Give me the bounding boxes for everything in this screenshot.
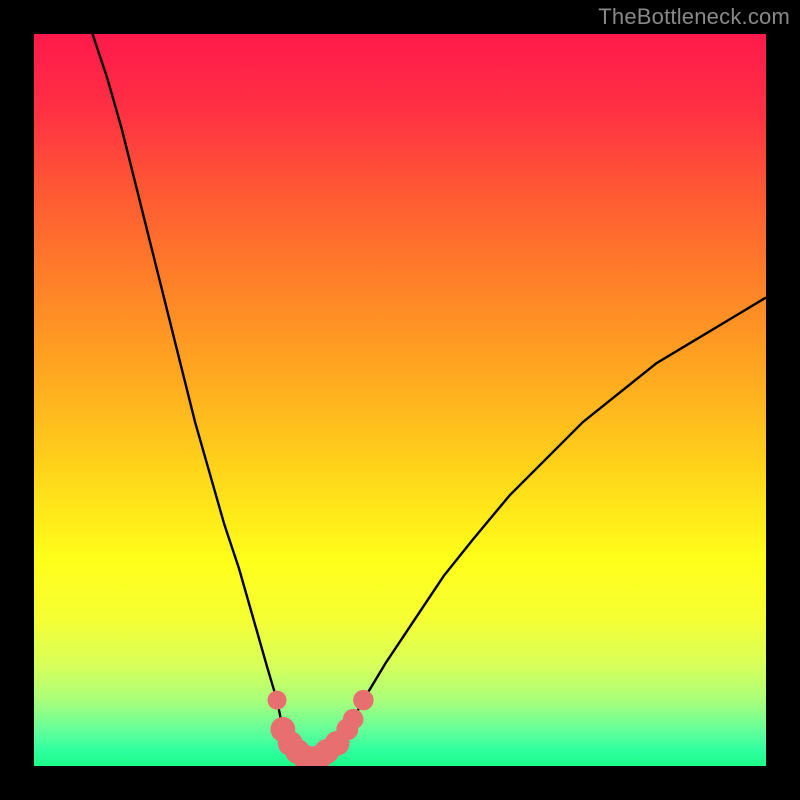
gradient-background (34, 34, 766, 766)
chart-frame: TheBottleneck.com (0, 0, 800, 800)
curve-marker (353, 690, 374, 711)
plot-area (34, 34, 766, 766)
curve-marker (343, 709, 364, 730)
plot-svg (34, 34, 766, 766)
attribution-text: TheBottleneck.com (598, 4, 790, 30)
curve-marker (268, 691, 287, 710)
